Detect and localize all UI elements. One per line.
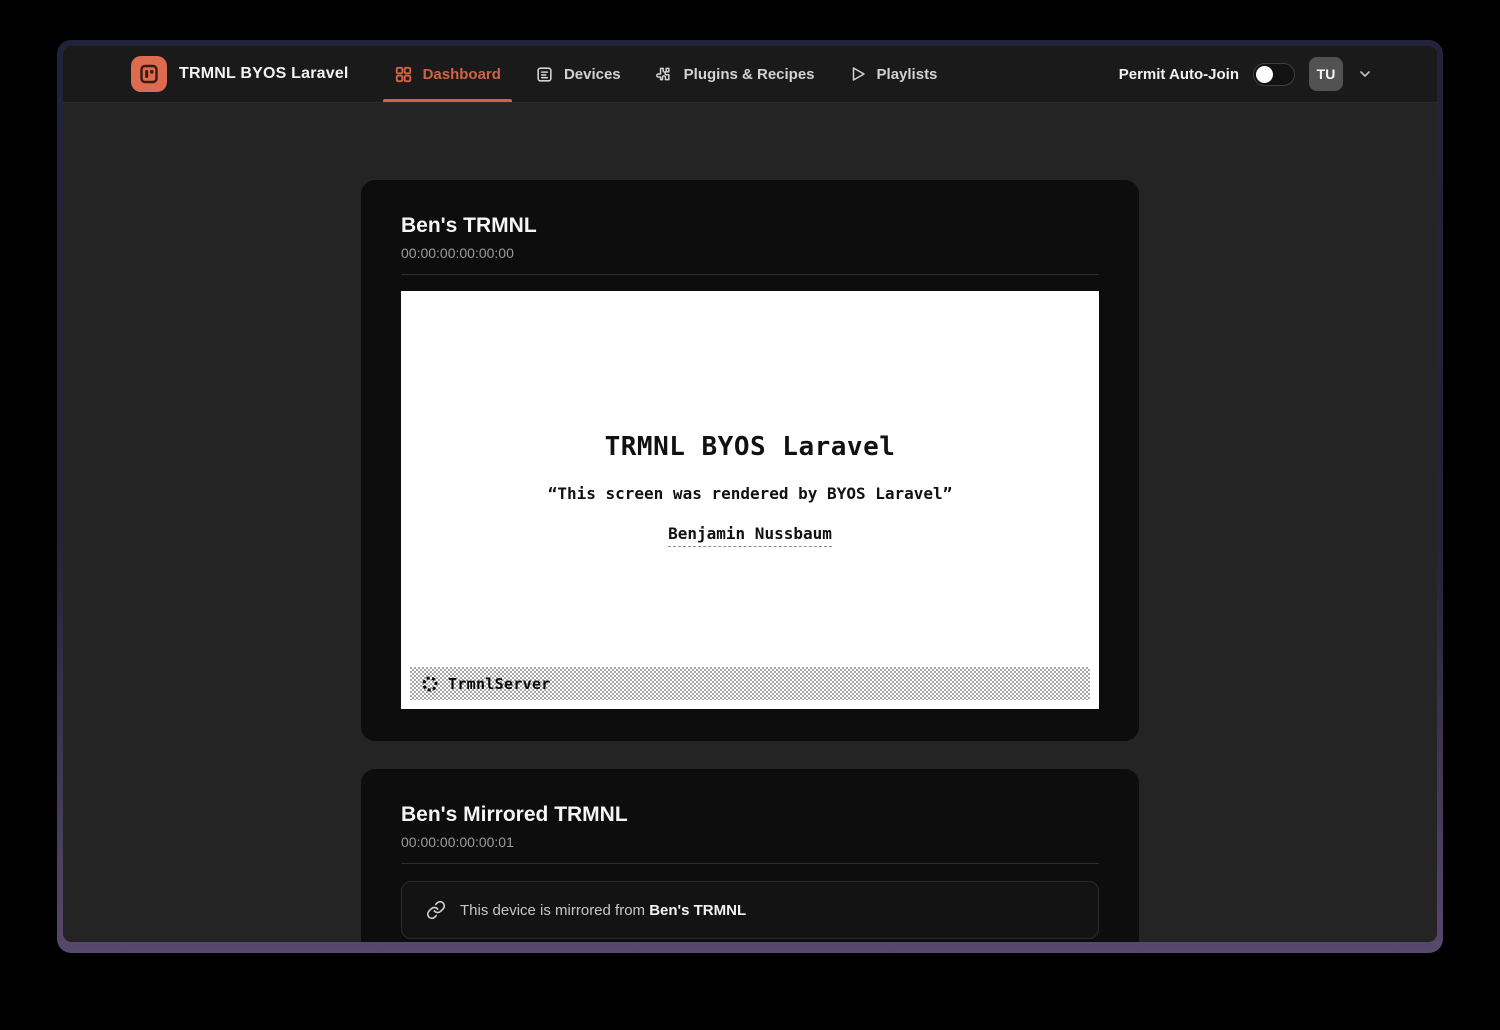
screen-author-wrap: Benjamin Nussbaum bbox=[401, 524, 1099, 547]
tab-playlists[interactable]: Playlists bbox=[832, 46, 955, 102]
puzzle-icon bbox=[655, 65, 674, 84]
permit-auto-join-label: Permit Auto-Join bbox=[1119, 66, 1239, 83]
device-name: Ben's TRMNL bbox=[401, 214, 1099, 238]
nav-right: Permit Auto-Join TU bbox=[1119, 46, 1373, 102]
top-navbar: TRMNL BYOS Laravel Dashboard bbox=[63, 46, 1437, 103]
spinner-icon bbox=[421, 675, 439, 693]
device-card-bens-trmnl: Ben's TRMNL 00:00:00:00:00:00 TRMNL BYOS… bbox=[361, 180, 1139, 741]
tab-dashboard-label: Dashboard bbox=[423, 66, 501, 83]
tab-playlists-label: Playlists bbox=[877, 66, 938, 83]
device-screen-preview: TRMNL BYOS Laravel “This screen was rend… bbox=[401, 291, 1099, 709]
chevron-down-icon[interactable] bbox=[1357, 66, 1373, 82]
nav-tabs: Dashboard Devices bbox=[377, 46, 955, 102]
devices-icon bbox=[535, 65, 554, 84]
card-divider bbox=[401, 274, 1099, 275]
screen-badge-label: TrmnlServer bbox=[448, 675, 551, 693]
toggle-knob bbox=[1256, 66, 1273, 83]
tab-plugins-recipes[interactable]: Plugins & Recipes bbox=[638, 46, 832, 102]
mirror-notice-text: This device is mirrored from Ben's TRMNL bbox=[460, 902, 746, 919]
screen-title: TRMNL BYOS Laravel bbox=[401, 432, 1099, 462]
app-window-inner: TRMNL BYOS Laravel Dashboard bbox=[63, 46, 1437, 942]
screen-text-block: TRMNL BYOS Laravel “This screen was rend… bbox=[401, 432, 1099, 547]
screen-quote: “This screen was rendered by BYOS Larave… bbox=[401, 484, 1099, 503]
card-divider bbox=[401, 863, 1099, 864]
dashboard-grid-icon bbox=[394, 65, 413, 84]
device-mac-address: 00:00:00:00:00:00 bbox=[401, 245, 1099, 261]
device-name: Ben's Mirrored TRMNL bbox=[401, 803, 1099, 827]
device-mac-address: 00:00:00:00:00:01 bbox=[401, 834, 1099, 850]
app-window: TRMNL BYOS Laravel Dashboard bbox=[57, 40, 1443, 953]
main-content: Ben's TRMNL 00:00:00:00:00:00 TRMNL BYOS… bbox=[63, 103, 1437, 942]
screen-author-link[interactable]: Benjamin Nussbaum bbox=[668, 524, 832, 547]
trmnl-logo-icon bbox=[131, 56, 167, 92]
brand: TRMNL BYOS Laravel bbox=[131, 46, 349, 102]
play-icon bbox=[849, 65, 867, 83]
tab-plugins-recipes-label: Plugins & Recipes bbox=[684, 66, 815, 83]
screen-title-bar: TrmnlServer bbox=[410, 667, 1090, 700]
device-card-bens-mirrored-trmnl: Ben's Mirrored TRMNL 00:00:00:00:00:01 T… bbox=[361, 769, 1139, 942]
tab-dashboard[interactable]: Dashboard bbox=[377, 46, 518, 102]
tab-devices-label: Devices bbox=[564, 66, 621, 83]
mirror-source-device: Ben's TRMNL bbox=[649, 902, 746, 919]
permit-auto-join-toggle[interactable] bbox=[1253, 63, 1295, 86]
link-icon bbox=[426, 900, 446, 920]
mirror-notice: This device is mirrored from Ben's TRMNL bbox=[401, 881, 1099, 939]
user-avatar[interactable]: TU bbox=[1309, 57, 1343, 91]
brand-title: TRMNL BYOS Laravel bbox=[179, 65, 349, 83]
tab-devices[interactable]: Devices bbox=[518, 46, 638, 102]
